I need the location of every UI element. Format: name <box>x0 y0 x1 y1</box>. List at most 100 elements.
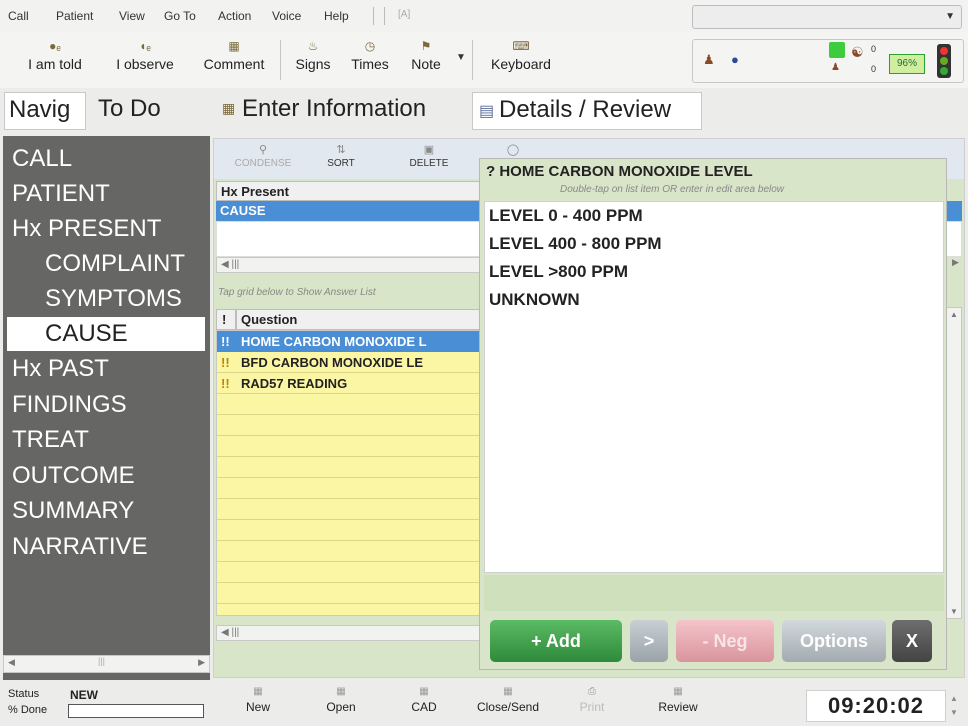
print-label: Print <box>579 700 605 714</box>
cad-button[interactable]: ▦ CAD <box>402 684 446 714</box>
review-label: Review <box>658 700 698 714</box>
answer-item[interactable]: LEVEL 400 - 800 PPM <box>489 234 662 254</box>
open-label: Open <box>326 700 356 714</box>
condense-button[interactable]: ⚲ CONDENSE <box>228 142 298 169</box>
clock-down-icon[interactable]: ▼ <box>950 708 958 717</box>
signs-button[interactable]: ♨ Signs <box>284 36 342 72</box>
menu-help[interactable]: Help <box>324 9 349 23</box>
nav-item-outcome[interactable]: OUTCOME <box>12 462 135 490</box>
nav-item-hx-present[interactable]: Hx PRESENT <box>12 215 161 243</box>
nav-item-complaint[interactable]: COMPLAINT <box>45 250 185 278</box>
unit-icon[interactable]: ♟ <box>703 52 715 68</box>
nav-item-patient[interactable]: PATIENT <box>12 180 110 208</box>
question-row[interactable]: !! RAD57 READING <box>217 373 485 394</box>
scroll-up-icon[interactable]: ▲ <box>950 310 958 319</box>
menu-extra[interactable]: [A] <box>398 9 410 20</box>
enter-info-icon: ▦ <box>222 100 236 116</box>
tab-navig[interactable]: Navig <box>4 92 86 130</box>
grid-vertical-scrollbar[interactable]: ▲ ▼ <box>946 307 962 619</box>
tab-todo[interactable]: To Do <box>98 95 161 123</box>
green-status-icon[interactable] <box>829 42 845 58</box>
tab-details-review[interactable]: ▤ Details / Review <box>472 92 702 130</box>
open-button[interactable]: ▦ Open <box>318 684 364 714</box>
note-icon: ⚑ <box>420 39 432 53</box>
hx-grid-scrollbar[interactable]: ◀ ||| <box>216 257 480 273</box>
menu-voice[interactable]: Voice <box>272 9 301 23</box>
i-am-told-label: I am told <box>28 56 82 72</box>
i-observe-label: I observe <box>116 56 174 72</box>
traffic-light-icon[interactable] <box>937 44 951 78</box>
nav-item-symptoms[interactable]: SYMPTOMS <box>45 285 182 313</box>
answer-item[interactable]: UNKNOWN <box>489 290 580 310</box>
scroll-left-icon[interactable]: ◀ <box>8 657 15 668</box>
nav-item-findings[interactable]: FINDINGS <box>12 391 127 419</box>
answer-popup: ? HOME CARBON MONOXIDE LEVEL Double-tap … <box>479 158 947 670</box>
menu-view[interactable]: View <box>119 9 145 23</box>
question-text: BFD CARBON MONOXIDE LE <box>241 355 423 370</box>
new-label: New <box>245 700 270 714</box>
nav-item-hx-past[interactable]: Hx PAST <box>12 355 109 383</box>
nav-item-call[interactable]: CALL <box>12 145 72 173</box>
nav-item-cause[interactable]: CAUSE <box>7 317 205 351</box>
menu-action[interactable]: Action <box>218 9 251 23</box>
observe-icon: ◖ₑ <box>139 39 151 53</box>
add-button[interactable]: + Add <box>490 620 622 662</box>
i-am-told-button[interactable]: ●ₑ I am told <box>12 36 98 72</box>
review-button[interactable]: ▦ Review <box>646 684 710 714</box>
nav-item-summary[interactable]: SUMMARY <box>12 497 134 525</box>
answer-item[interactable]: LEVEL 0 - 400 PPM <box>489 206 643 226</box>
comment-icon: ▦ <box>228 39 240 53</box>
new-icon: ▦ <box>253 686 263 697</box>
menu-call[interactable]: Call <box>8 9 29 23</box>
question-row[interactable]: !! HOME CARBON MONOXIDE L <box>217 331 485 352</box>
menu-goto[interactable]: Go To <box>164 9 196 23</box>
priority-flag: !! <box>221 355 230 370</box>
review-icon: ▦ <box>673 686 683 697</box>
clock-up-icon[interactable]: ▲ <box>950 694 958 703</box>
popup-subtitle: Double-tap on list item OR enter in edit… <box>560 184 785 195</box>
new-button[interactable]: ▦ New <box>238 684 278 714</box>
close-button[interactable]: X <box>892 620 932 662</box>
priority-flag: !! <box>221 376 230 391</box>
toolbar-divider <box>472 40 473 80</box>
sort-button[interactable]: ⇅ SORT <box>314 142 368 169</box>
i-observe-button[interactable]: ◖ₑ I observe <box>100 36 190 72</box>
circle-icon: ◯ <box>506 144 520 156</box>
times-button[interactable]: ◷ Times <box>342 36 398 72</box>
scroll-right-icon[interactable]: ▶ <box>198 657 205 668</box>
cad-icon: ▦ <box>419 686 429 697</box>
answer-edit-area[interactable] <box>484 575 944 611</box>
comment-label: Comment <box>203 56 265 72</box>
clock-icon: ◷ <box>364 39 376 53</box>
print-button[interactable]: ⎙ Print <box>572 684 612 714</box>
counter-bottom: 0 <box>871 64 877 74</box>
call-selector-dropdown[interactable]: ▼ <box>692 5 962 29</box>
navigation-panel: CALL PATIENT Hx PRESENT COMPLAINT SYMPTO… <box>3 136 210 680</box>
nav-item-treat[interactable]: TREAT <box>12 426 89 454</box>
chevron-down-icon: ▼ <box>945 11 955 22</box>
person-icon: ♟ <box>831 62 840 73</box>
neg-button[interactable]: - Neg <box>676 620 774 662</box>
menu-patient[interactable]: Patient <box>56 9 93 23</box>
delete-button[interactable]: ▣ DELETE <box>402 142 456 169</box>
answer-item[interactable]: LEVEL >800 PPM <box>489 262 628 282</box>
question-row[interactable]: !! BFD CARBON MONOXIDE LE <box>217 352 485 373</box>
nav-horizontal-scrollbar[interactable]: ◀ ||| ▶ <box>3 655 210 673</box>
globe-icon[interactable]: ● <box>731 52 739 67</box>
next-button[interactable]: > <box>630 620 668 662</box>
comment-button[interactable]: ▦ Comment <box>190 36 278 72</box>
tab-enter-information[interactable]: Enter Information <box>242 95 426 123</box>
nav-item-narrative[interactable]: NARRATIVE <box>12 533 148 561</box>
note-button[interactable]: ⚑ Note <box>400 36 452 72</box>
details-icon: ▤ <box>479 103 495 120</box>
scroll-thumb[interactable]: ||| <box>98 656 105 666</box>
keyboard-button[interactable]: ⌨ Keyboard <box>478 36 564 72</box>
clear-button[interactable]: ◯ <box>498 142 528 158</box>
close-send-icon: ▦ <box>503 686 513 697</box>
close-send-button[interactable]: ▦ Close/Send <box>466 684 550 714</box>
note-dropdown-icon[interactable]: ▼ <box>456 52 466 63</box>
scroll-right-icon[interactable]: ▶ <box>952 257 959 268</box>
question-grid-scrollbar[interactable]: ◀ ||| <box>216 625 486 641</box>
scroll-down-icon[interactable]: ▼ <box>950 607 958 616</box>
options-button[interactable]: Options <box>782 620 886 662</box>
